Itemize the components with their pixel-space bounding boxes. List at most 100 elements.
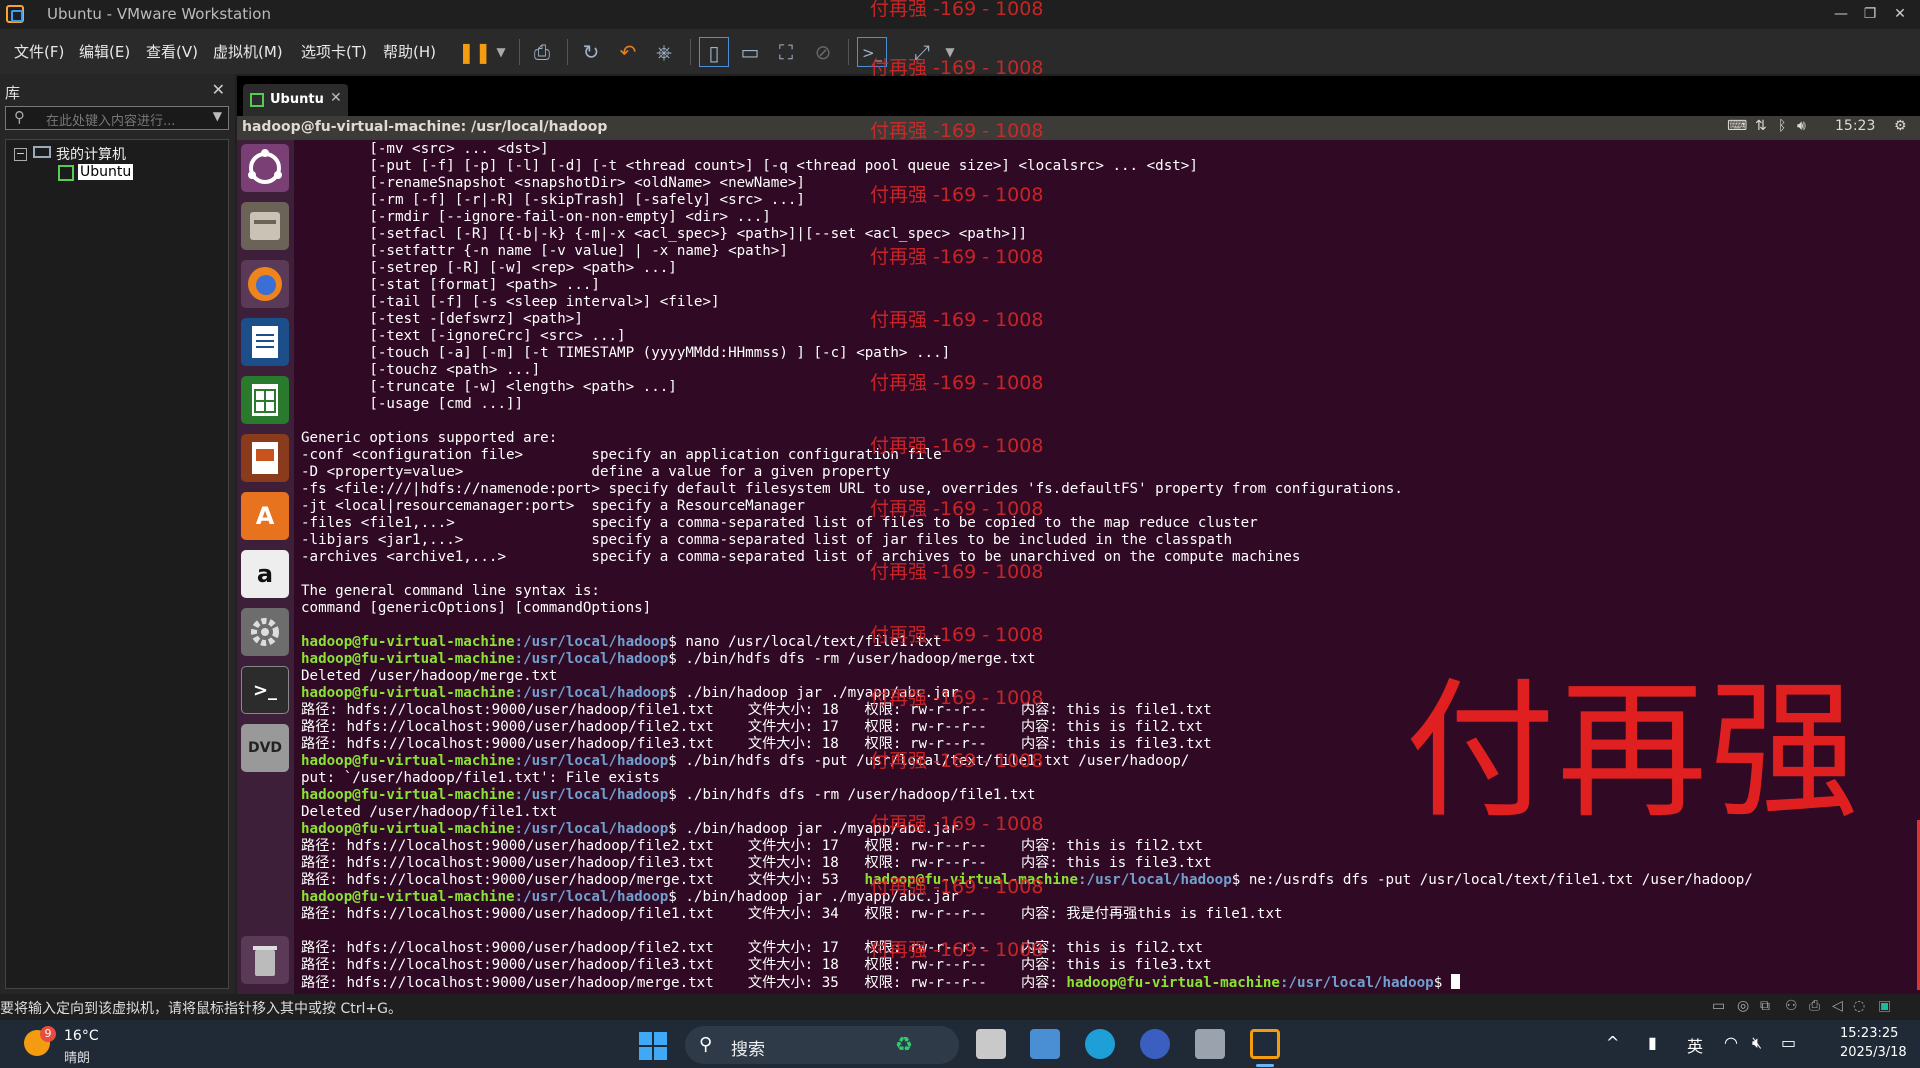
show-thumbnail-icon[interactable]: ▭: [735, 37, 765, 67]
menu-tabs[interactable]: 选项卡(T): [301, 41, 367, 62]
weather-condition[interactable]: 晴朗: [64, 1047, 90, 1066]
mute-icon[interactable]: 🔇︎: [1752, 1033, 1762, 1053]
cd-icon[interactable]: ◎: [1737, 998, 1749, 1014]
watermark-text: 付再强 -169 - 1008: [870, 813, 1044, 835]
volume-icon[interactable]: 🔊︎: [1797, 118, 1806, 134]
amazon-icon[interactable]: a: [241, 550, 289, 598]
prompt-symbol: $: [668, 889, 686, 905]
terminal-window-title: hadoop@fu-virtual-machine: /usr/local/ha…: [242, 119, 608, 135]
prompt-user: hadoop@fu-virtual-machine: [301, 651, 515, 667]
network-icon[interactable]: ⧉: [1760, 998, 1770, 1014]
firefox-icon[interactable]: [241, 260, 289, 308]
software-center-icon[interactable]: A: [241, 492, 289, 540]
library-search-input[interactable]: ⚲ 在此处键入内容进行... ▼: [5, 106, 229, 130]
tab-ubuntu[interactable]: Ubuntu ✕: [243, 84, 348, 116]
pause-icon[interactable]: ❚❚: [458, 37, 492, 67]
ubuntu-dash-icon[interactable]: [241, 144, 289, 192]
tree-my-computer[interactable]: 我的计算机: [56, 144, 126, 164]
network-arrows-icon[interactable]: ⇅: [1755, 118, 1767, 134]
hdd-icon[interactable]: ▭: [1712, 998, 1725, 1014]
system-settings-icon[interactable]: [241, 608, 289, 656]
tab-label: Ubuntu: [270, 92, 324, 107]
computer-icon: [33, 146, 51, 158]
tab-close-icon[interactable]: ✕: [330, 90, 342, 106]
send-keys-icon[interactable]: ⎙: [527, 37, 557, 67]
impress-icon[interactable]: [241, 434, 289, 482]
status-message: 要将输入定向到该虚拟机，请将鼠标指针移入其中或按 Ctrl+G。: [0, 1001, 402, 1017]
settings-gear-icon[interactable]: ⚙: [1894, 118, 1907, 134]
taskbar-search[interactable]: ⚲ 搜索 ♻: [685, 1026, 959, 1064]
close-button[interactable]: ✕: [1882, 2, 1918, 26]
weather-temperature[interactable]: 16°C: [64, 1028, 99, 1044]
ubuntu-launcher: A a >_ DVD: [237, 140, 294, 994]
wifi-icon[interactable]: ◠: [1724, 1033, 1738, 1052]
tray-chevron-icon[interactable]: ^: [1606, 1033, 1619, 1052]
menu-help[interactable]: 帮助(H): [383, 41, 436, 62]
terminal-command-line: hadoop@fu-virtual-machine:/usr/local/had…: [301, 685, 959, 701]
pinned-icon[interactable]: ▮: [1648, 1033, 1657, 1052]
photos-icon[interactable]: [1030, 1029, 1060, 1059]
terminal-output-line: 路径: hdfs://localhost:9000/user/hadoop/fi…: [301, 957, 1212, 973]
menu-vm[interactable]: 虚拟机(M): [213, 41, 283, 62]
display-icon[interactable]: ◌: [1853, 998, 1865, 1014]
terminal-window[interactable]: [-mv <src> ... <dst>] [-put [-f] [-p] [-…: [294, 140, 1920, 994]
tree-ubuntu-vm[interactable]: Ubuntu: [78, 164, 134, 180]
unity-icon[interactable]: ⊘: [808, 37, 838, 67]
prompt-user: hadoop@fu-virtual-machine: [301, 753, 515, 769]
terminal-output-line: [-stat [format] <path> ...]: [301, 277, 600, 293]
menu-file[interactable]: 文件(F): [14, 41, 64, 62]
terminal-output-line: -fs <file:///|hdfs://namenode:port> spec…: [301, 481, 1403, 497]
watermark-text: 付再强 -169 - 1008: [870, 498, 1044, 520]
files-icon[interactable]: [241, 202, 289, 250]
keyboard-icon[interactable]: ⌨: [1727, 118, 1747, 134]
prompt-symbol: $: [668, 787, 686, 803]
watermark-text: 付再强 -169 - 1008: [870, 876, 1044, 898]
app-icon[interactable]: [1140, 1029, 1170, 1059]
prompt-path: :/usr/local/hadoop: [1279, 975, 1434, 991]
vmware-icon[interactable]: [1250, 1029, 1280, 1059]
prompt-symbol: $: [668, 821, 686, 837]
dvd-icon[interactable]: DVD: [241, 724, 289, 772]
terminal-output-line: command [genericOptions] [commandOptions…: [301, 600, 652, 616]
menu-edit[interactable]: 编辑(E): [79, 41, 130, 62]
terminal-output-line: 路径: hdfs://localhost:9000/user/hadoop/fi…: [301, 855, 1212, 871]
chevron-down-icon[interactable]: ▼: [213, 109, 222, 123]
app-window-icon[interactable]: [1195, 1029, 1225, 1059]
revert-snapshot-icon[interactable]: ↶: [613, 37, 643, 67]
clock-text[interactable]: 15:23: [1835, 118, 1875, 134]
snapshot-icon[interactable]: ↻: [576, 37, 606, 67]
pause-dropdown-icon[interactable]: ▼: [486, 37, 516, 67]
watermark-text: 付再强 -169 - 1008: [870, 561, 1044, 583]
terminal-output-line: -files <file1,...> specify a comma-separ…: [301, 515, 1258, 531]
start-button[interactable]: [639, 1032, 667, 1060]
prompt-path: :/usr/local/hadoop: [514, 685, 669, 701]
terminal-output-line: -D <property=value> define a value for a…: [301, 464, 891, 480]
menu-view[interactable]: 查看(V): [146, 41, 198, 62]
search-icon: ⚲: [699, 1034, 713, 1055]
battery-icon[interactable]: ▭: [1781, 1033, 1796, 1052]
library-tree: − 我的计算机 Ubuntu: [5, 139, 229, 989]
calc-icon[interactable]: [241, 376, 289, 424]
printer-icon[interactable]: ⎙: [1809, 998, 1820, 1014]
bluetooth-icon[interactable]: ᛒ: [1778, 118, 1786, 134]
usb-icon[interactable]: ⚇: [1785, 998, 1798, 1014]
message-icon[interactable]: ▣: [1878, 998, 1891, 1014]
show-library-icon[interactable]: ▯: [699, 37, 729, 67]
trash-icon[interactable]: [241, 936, 289, 984]
edge-icon[interactable]: [1085, 1029, 1115, 1059]
ime-indicator[interactable]: 英: [1687, 1033, 1703, 1057]
clock-date[interactable]: 2025/3/18: [1840, 1045, 1907, 1060]
terminal-output-line: [-touchz <path> ...]: [301, 362, 541, 378]
snapshot-manager-icon[interactable]: ⎈: [649, 37, 679, 67]
writer-icon[interactable]: [241, 318, 289, 366]
clock-time[interactable]: 15:23:25: [1840, 1026, 1898, 1041]
vm-icon: [58, 165, 74, 181]
file-explorer-icon[interactable]: [976, 1029, 1006, 1059]
weather-badge: 9: [40, 1026, 56, 1042]
library-close-icon[interactable]: ✕: [212, 80, 225, 99]
prompt-user: hadoop@fu-virtual-machine: [301, 821, 515, 837]
tree-expander[interactable]: −: [14, 148, 27, 161]
sound-icon[interactable]: ◁: [1832, 998, 1843, 1014]
full-screen-icon[interactable]: ⛶: [771, 37, 801, 67]
terminal-icon[interactable]: >_: [241, 666, 289, 714]
